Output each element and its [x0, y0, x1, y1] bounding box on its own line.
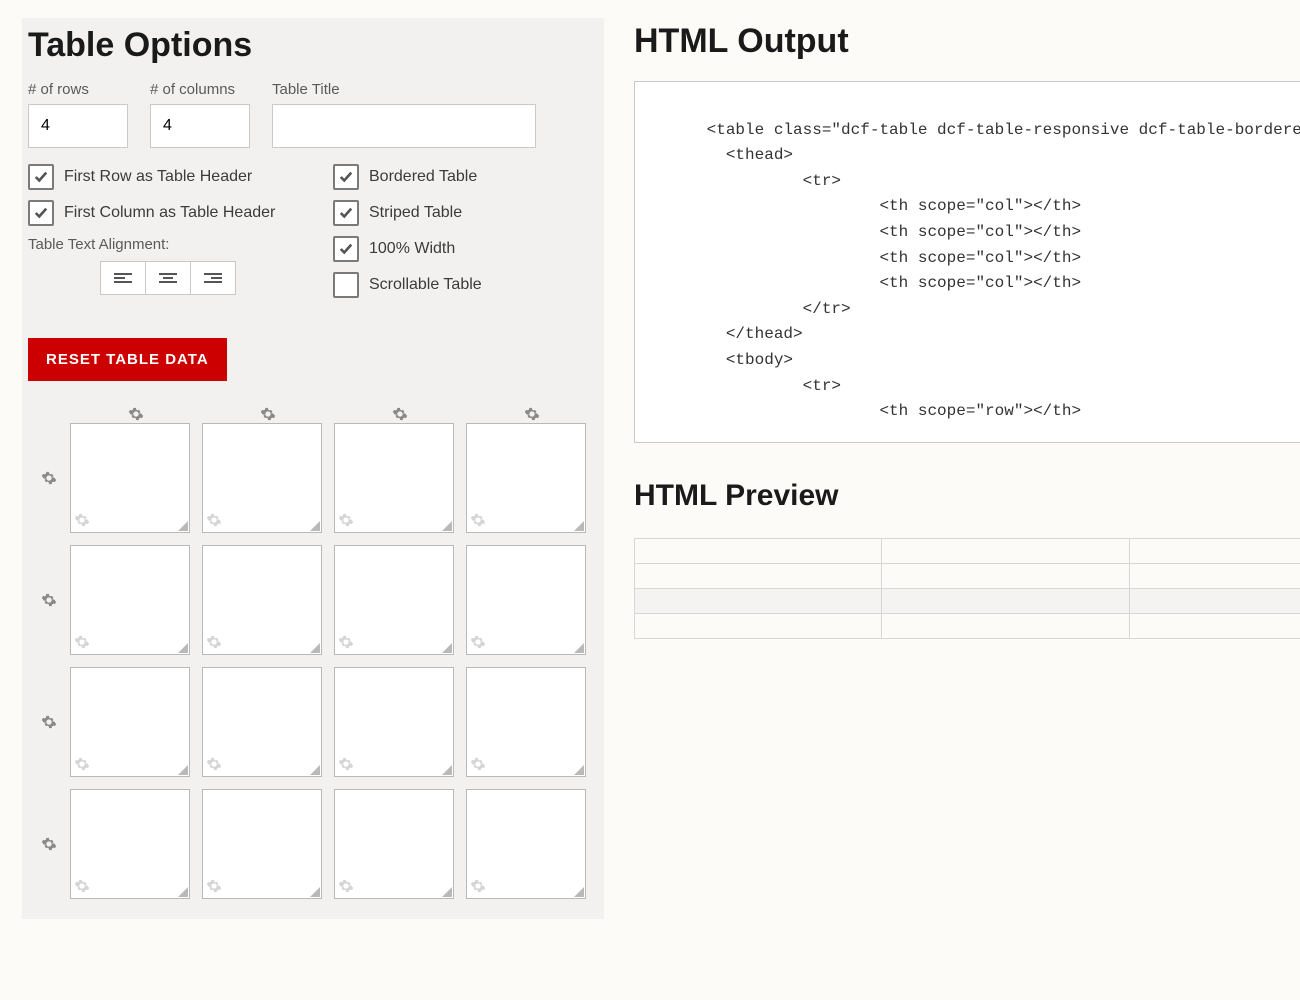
- align-left-button[interactable]: [100, 261, 146, 295]
- cell-gear-icon[interactable]: [338, 511, 354, 529]
- row-gear-icon[interactable]: [28, 469, 70, 487]
- first-col-header-label: First Column as Table Header: [64, 204, 275, 222]
- resize-handle[interactable]: [178, 643, 188, 653]
- cell: [70, 545, 190, 655]
- preview-table: [634, 538, 1300, 639]
- striped-label: Striped Table: [369, 204, 462, 222]
- resize-handle[interactable]: [310, 643, 320, 653]
- scrollable-checkbox[interactable]: [333, 272, 359, 298]
- cols-label: # of columns: [150, 81, 250, 98]
- resize-handle[interactable]: [574, 643, 584, 653]
- cell: [202, 545, 322, 655]
- table-row: [635, 564, 1300, 589]
- row-gear-icon[interactable]: [28, 713, 70, 731]
- cell-gear-icon[interactable]: [74, 633, 90, 651]
- cell-gear-icon[interactable]: [338, 633, 354, 651]
- cell: [466, 667, 586, 777]
- rows-label: # of rows: [28, 81, 128, 98]
- resize-handle[interactable]: [442, 521, 452, 531]
- title-label: Table Title: [272, 81, 536, 98]
- output-title: HTML Output: [634, 22, 1300, 61]
- cell: [70, 423, 190, 533]
- bordered-label: Bordered Table: [369, 168, 477, 186]
- cell: [334, 667, 454, 777]
- bordered-checkbox[interactable]: [333, 164, 359, 190]
- cell-gear-icon[interactable]: [338, 755, 354, 773]
- cell: [334, 789, 454, 899]
- cell: [466, 545, 586, 655]
- cell-gear-icon[interactable]: [470, 755, 486, 773]
- cell-gear-icon[interactable]: [74, 511, 90, 529]
- align-label: Table Text Alignment:: [28, 236, 293, 253]
- row-gear-icon[interactable]: [28, 835, 70, 853]
- col-gear-icon[interactable]: [70, 405, 202, 423]
- col-gear-icon[interactable]: [466, 405, 598, 423]
- cell: [202, 667, 322, 777]
- resize-handle[interactable]: [574, 765, 584, 775]
- first-col-header-checkbox[interactable]: [28, 200, 54, 226]
- options-title: Table Options: [28, 26, 598, 65]
- reset-button[interactable]: RESET TABLE DATA: [28, 338, 227, 381]
- resize-handle[interactable]: [442, 765, 452, 775]
- first-row-header-label: First Row as Table Header: [64, 168, 252, 186]
- output-code: <table class="dcf-table dcf-table-respon…: [649, 121, 1300, 421]
- cell: [202, 423, 322, 533]
- cell-gear-icon[interactable]: [338, 877, 354, 895]
- cell-gear-icon[interactable]: [470, 877, 486, 895]
- cell-gear-icon[interactable]: [470, 511, 486, 529]
- cols-input[interactable]: [150, 104, 250, 148]
- cell-gear-icon[interactable]: [206, 877, 222, 895]
- rows-input[interactable]: [28, 104, 128, 148]
- cell-gear-icon[interactable]: [74, 755, 90, 773]
- preview-title: HTML Preview: [634, 479, 839, 513]
- cell: [334, 423, 454, 533]
- align-center-button[interactable]: [146, 261, 191, 295]
- cell: [70, 667, 190, 777]
- cell-gear-icon[interactable]: [206, 511, 222, 529]
- cell-gear-icon[interactable]: [74, 877, 90, 895]
- table-row: [635, 614, 1300, 639]
- resize-handle[interactable]: [310, 887, 320, 897]
- first-row-header-checkbox[interactable]: [28, 164, 54, 190]
- cell: [466, 423, 586, 533]
- cell: [70, 789, 190, 899]
- cell-gear-icon[interactable]: [206, 755, 222, 773]
- resize-handle[interactable]: [178, 887, 188, 897]
- resize-handle[interactable]: [178, 521, 188, 531]
- col-gear-icon[interactable]: [202, 405, 334, 423]
- resize-handle[interactable]: [310, 765, 320, 775]
- col-gear-icon[interactable]: [334, 405, 466, 423]
- resize-handle[interactable]: [310, 521, 320, 531]
- cell-gear-icon[interactable]: [470, 633, 486, 651]
- fullwidth-checkbox[interactable]: [333, 236, 359, 262]
- output-panel: HTML Output <table class="dcf-table dcf-…: [634, 18, 1300, 919]
- resize-handle[interactable]: [178, 765, 188, 775]
- resize-handle[interactable]: [574, 521, 584, 531]
- cell: [466, 789, 586, 899]
- cells-grid: [28, 405, 598, 899]
- cell-gear-icon[interactable]: [206, 633, 222, 651]
- title-input[interactable]: [272, 104, 536, 148]
- cell: [334, 545, 454, 655]
- options-panel: Table Options # of rows # of columns Tab…: [22, 18, 604, 919]
- fullwidth-label: 100% Width: [369, 240, 455, 258]
- cell: [202, 789, 322, 899]
- row-gear-icon[interactable]: [28, 591, 70, 609]
- resize-handle[interactable]: [574, 887, 584, 897]
- resize-handle[interactable]: [442, 887, 452, 897]
- table-row: [635, 589, 1300, 614]
- scrollable-label: Scrollable Table: [369, 276, 482, 294]
- resize-handle[interactable]: [442, 643, 452, 653]
- align-right-button[interactable]: [191, 261, 236, 295]
- html-output-box[interactable]: <table class="dcf-table dcf-table-respon…: [634, 81, 1300, 443]
- striped-checkbox[interactable]: [333, 200, 359, 226]
